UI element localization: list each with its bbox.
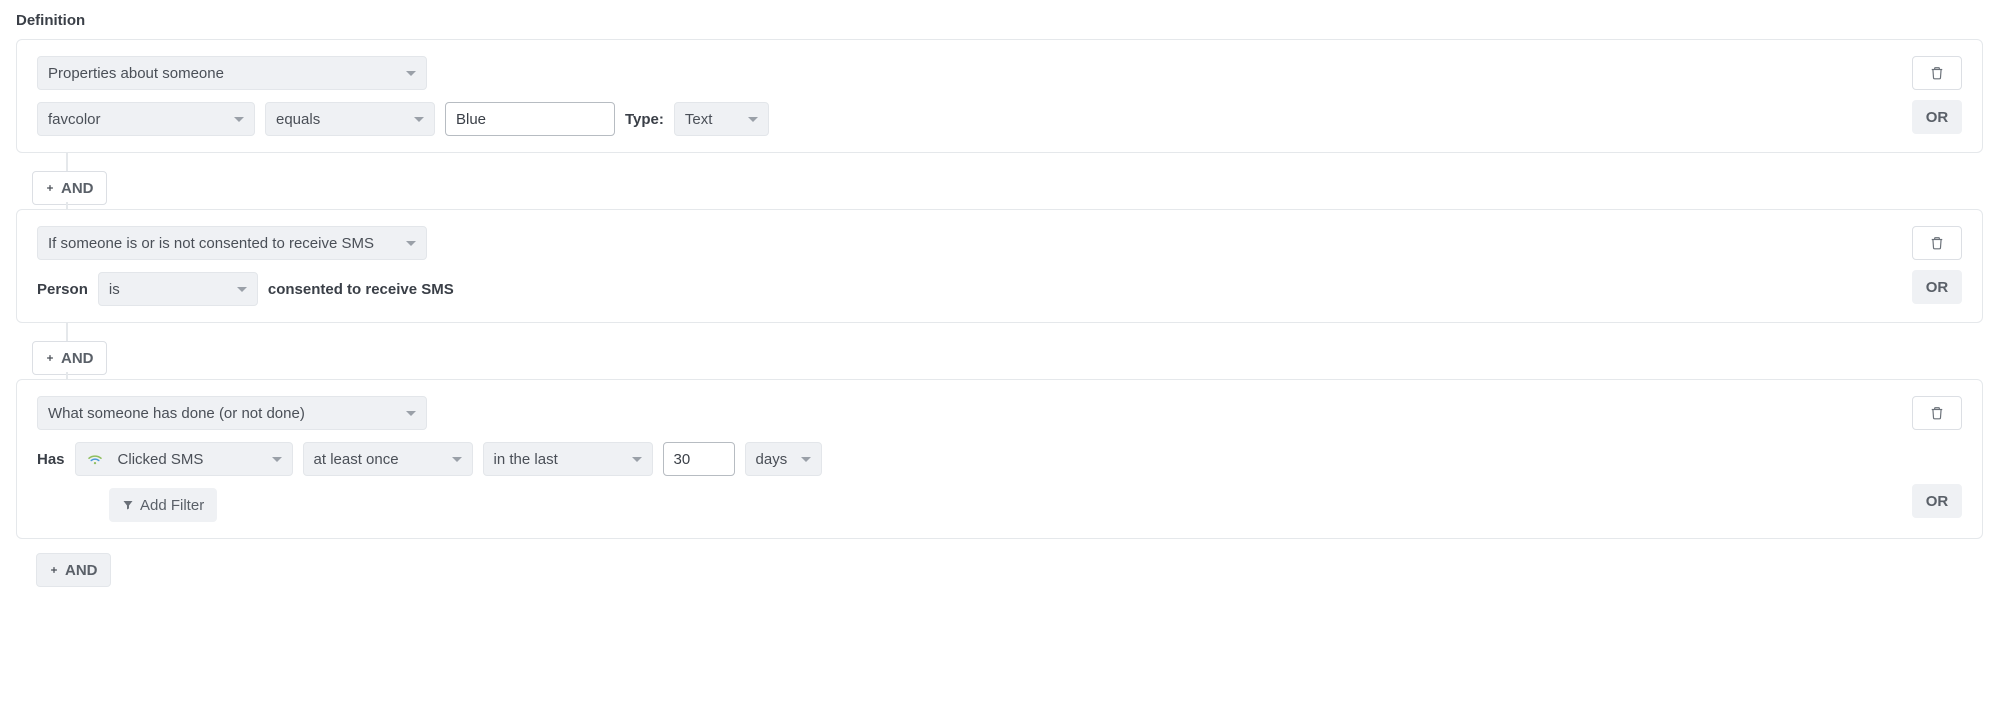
final-and-row: AND [16, 539, 1983, 587]
time-operator-value: in the last [494, 451, 558, 468]
or-label: OR [1926, 109, 1949, 126]
trash-icon [1930, 406, 1944, 420]
add-filter-button[interactable]: Add Filter [109, 488, 217, 522]
chevron-down-icon [406, 411, 416, 416]
plus-icon [45, 353, 55, 363]
funnel-icon [122, 499, 134, 511]
person-label: Person [37, 281, 88, 298]
time-unit-value: days [756, 451, 788, 468]
condition-type-select[interactable]: If someone is or is not consented to rec… [37, 226, 427, 260]
condition-type-value: If someone is or is not consented to rec… [48, 235, 374, 252]
and-button[interactable]: AND [32, 341, 107, 375]
chevron-down-icon [272, 457, 282, 462]
chevron-down-icon [748, 117, 758, 122]
has-label: Has [37, 451, 65, 468]
delete-button[interactable] [1912, 226, 1962, 260]
and-label: AND [61, 350, 94, 367]
delete-button[interactable] [1912, 396, 1962, 430]
card-actions: OR [1912, 396, 1962, 518]
plus-icon [49, 565, 59, 575]
plus-icon [45, 183, 55, 193]
time-value-input[interactable] [663, 442, 735, 476]
event-select[interactable]: Clicked SMS [75, 442, 293, 476]
property-select[interactable]: favcolor [37, 102, 255, 136]
and-label: AND [65, 562, 98, 579]
value-type-value: Text [685, 111, 713, 128]
and-button[interactable]: AND [32, 171, 107, 205]
property-value: favcolor [48, 111, 101, 128]
card-actions: OR [1912, 56, 1962, 134]
value-input[interactable] [445, 102, 615, 136]
card-actions: OR [1912, 226, 1962, 304]
chevron-down-icon [452, 457, 462, 462]
chevron-down-icon [237, 287, 247, 292]
trash-icon [1930, 236, 1944, 250]
or-label: OR [1926, 279, 1949, 296]
value-type-select[interactable]: Text [674, 102, 769, 136]
segment-definition-builder: Definition Properties about someone favc… [0, 0, 1999, 627]
time-operator-select[interactable]: in the last [483, 442, 653, 476]
or-button[interactable]: OR [1912, 270, 1962, 304]
condition-type-select[interactable]: What someone has done (or not done) [37, 396, 427, 430]
add-filter-label: Add Filter [140, 497, 204, 514]
wifi-icon [86, 450, 104, 468]
time-unit-select[interactable]: days [745, 442, 822, 476]
chevron-down-icon [801, 457, 811, 462]
chevron-down-icon [632, 457, 642, 462]
consented-text: consented to receive SMS [268, 281, 454, 298]
or-label: OR [1926, 493, 1949, 510]
condition-type-select[interactable]: Properties about someone [37, 56, 427, 90]
and-label: AND [61, 180, 94, 197]
frequency-select[interactable]: at least once [303, 442, 473, 476]
is-value: is [109, 281, 120, 298]
chevron-down-icon [406, 241, 416, 246]
section-title: Definition [16, 12, 1983, 29]
and-connector-1: AND [16, 153, 1983, 209]
or-button[interactable]: OR [1912, 484, 1962, 518]
is-select[interactable]: is [98, 272, 258, 306]
event-value: Clicked SMS [118, 451, 204, 468]
condition-card-2: If someone is or is not consented to rec… [16, 209, 1983, 323]
condition-card-3: What someone has done (or not done) Has … [16, 379, 1983, 539]
condition-type-value: What someone has done (or not done) [48, 405, 305, 422]
or-button[interactable]: OR [1912, 100, 1962, 134]
and-button[interactable]: AND [36, 553, 111, 587]
delete-button[interactable] [1912, 56, 1962, 90]
chevron-down-icon [406, 71, 416, 76]
type-label: Type: [625, 111, 664, 128]
chevron-down-icon [234, 117, 244, 122]
trash-icon [1930, 66, 1944, 80]
condition-card-1: Properties about someone favcolor equals… [16, 39, 1983, 153]
operator-select[interactable]: equals [265, 102, 435, 136]
operator-value: equals [276, 111, 320, 128]
chevron-down-icon [414, 117, 424, 122]
condition-type-value: Properties about someone [48, 65, 224, 82]
and-connector-2: AND [16, 323, 1983, 379]
frequency-value: at least once [314, 451, 399, 468]
